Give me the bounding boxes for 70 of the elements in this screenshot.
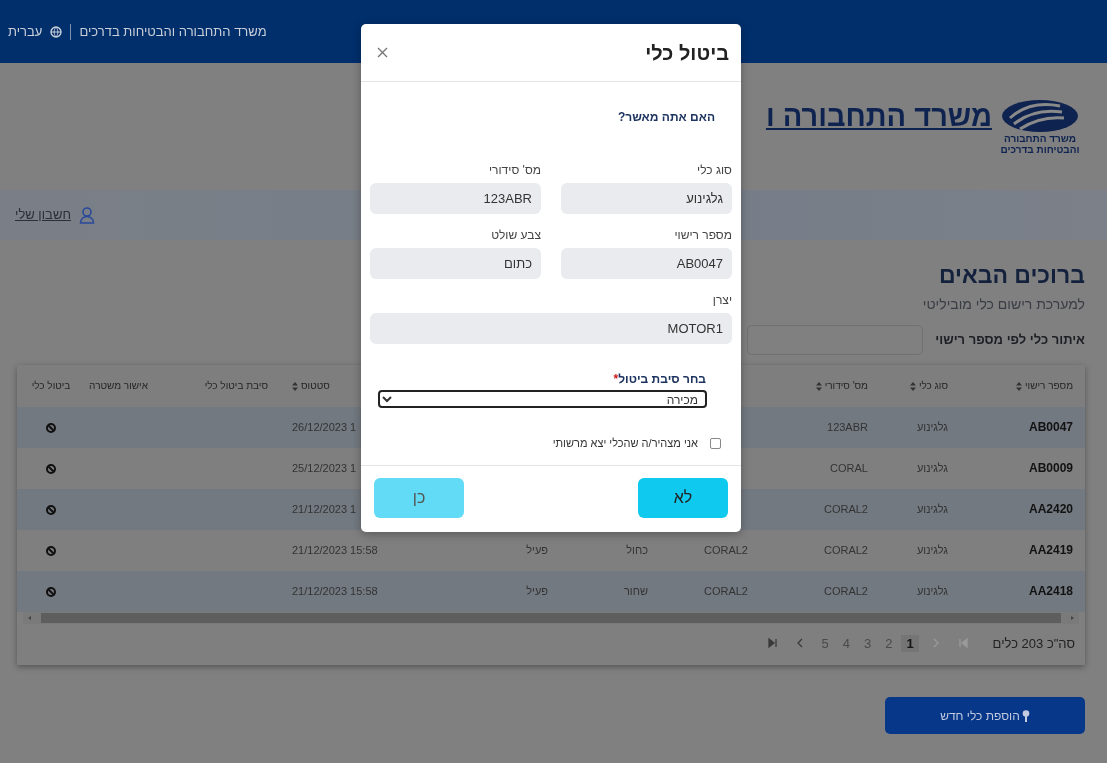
add-vehicle-button[interactable]: הוספת כלי חדש <box>885 697 1085 735</box>
language-selector[interactable]: עברית <box>8 21 43 42</box>
readonly-field: AB0047 <box>561 248 732 279</box>
reason-select[interactable]: מכירה <box>378 390 707 408</box>
reason-label: בחר סיבת ביטול* <box>612 371 707 388</box>
total-count: סה"כ 203 כלים <box>992 634 1075 653</box>
confirm-question: האם אתה מאשר? <box>616 109 716 126</box>
user-icon <box>78 206 95 224</box>
declaration-label: אני מצהיר/ה שהכלי יצא מרשותי <box>552 436 698 451</box>
column-header: ביטול כלי <box>17 364 85 407</box>
ban-icon[interactable] <box>46 463 56 474</box>
table-cell: שחור <box>560 570 660 612</box>
table-cell: CORAL2 <box>760 570 880 612</box>
table-cell: AA2419 <box>960 529 1085 571</box>
pin-icon <box>1021 709 1030 722</box>
readonly-field: גלגינוע <box>561 183 732 214</box>
close-icon <box>377 47 388 58</box>
table-cell: גלגינוע <box>880 447 960 489</box>
table-cell: AB0047 <box>960 406 1085 448</box>
field-label: סוג כלי <box>696 162 732 179</box>
table-cell: פעיל <box>460 570 560 612</box>
table-cell: AA2418 <box>960 570 1085 612</box>
sort-icon <box>815 381 822 391</box>
table-cell: גלגינוע <box>880 529 960 571</box>
column-header: סיבת ביטול כלי <box>160 364 280 407</box>
account-link[interactable]: חשבון שלי <box>15 205 71 225</box>
column-header: אישור משטרה <box>85 364 160 407</box>
ban-icon[interactable] <box>46 586 56 597</box>
field-label: מס' סידורי <box>487 162 541 179</box>
field-label: צבע שולט <box>490 227 541 244</box>
ban-icon[interactable] <box>46 504 56 515</box>
close-button[interactable] <box>375 45 390 60</box>
readonly-field: כתום <box>370 248 541 279</box>
readonly-field: MOTOR1 <box>370 313 732 344</box>
table-cell: CORAL2 <box>760 529 880 571</box>
ban-icon[interactable] <box>46 422 56 433</box>
no-button[interactable]: לא <box>638 477 728 518</box>
field-label: יצרן <box>711 292 732 309</box>
table-cell: CORAL2 <box>660 570 760 612</box>
ban-icon[interactable] <box>46 545 56 556</box>
table-cell: 123ABR <box>760 406 880 448</box>
logo-text: משרד התחבורה והבטיחות בדרכים <box>1000 134 1080 155</box>
table-cell: CORAL2 <box>660 529 760 571</box>
table-cell: CORAL2 <box>760 488 880 530</box>
table-cell: גלגינוע <box>880 570 960 612</box>
table-cell: גלגינוע <box>880 406 960 448</box>
search-label: איתור כלי לפי מספר רישוי <box>935 330 1085 349</box>
welcome-subtitle: למערכת רישום כלי מוביליטי <box>922 294 1085 314</box>
table-cell: 21/12/2023 15:58 <box>280 570 460 612</box>
welcome-title: ברוכים הבאים <box>938 262 1085 290</box>
modal-title: ביטול כלי <box>645 40 729 66</box>
table-cell: CORAL <box>760 447 880 489</box>
column-header[interactable]: מספר רישוי <box>960 364 1085 407</box>
field-label: מספר רישוי <box>673 227 732 244</box>
globe-icon[interactable] <box>50 25 63 38</box>
sort-icon <box>909 381 916 391</box>
site-name: משרד התחבורה והבטיחות בדרכים <box>79 22 267 41</box>
column-header[interactable]: סוג כלי <box>880 364 960 407</box>
table-cell: גלגינוע <box>880 488 960 530</box>
readonly-field: 123ABR <box>370 183 541 214</box>
sort-icon <box>1016 381 1022 391</box>
table-cell: 21/12/2023 15:58 <box>280 529 460 571</box>
sort-icon <box>292 381 298 391</box>
site-title-link[interactable]: משרד התחבורה ו <box>765 94 992 139</box>
last-page-icon[interactable] <box>766 637 779 650</box>
declaration-checkbox[interactable] <box>710 437 721 449</box>
page-button[interactable]: 1 <box>901 634 919 653</box>
table-cell: AA2420 <box>960 488 1085 530</box>
table-cell: AB0009 <box>960 447 1085 489</box>
column-header[interactable]: מס' סידורי <box>760 364 880 407</box>
